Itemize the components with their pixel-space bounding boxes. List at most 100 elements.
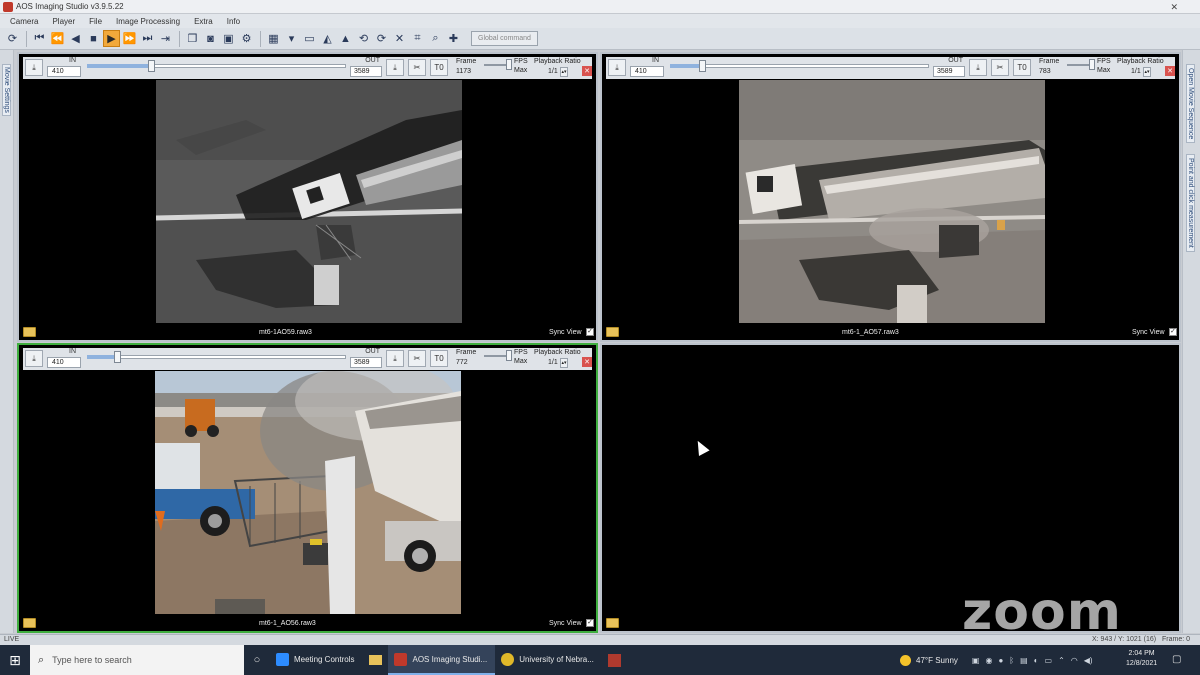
weather-text[interactable]: 47°F Sunny — [916, 656, 958, 665]
set-out-icon[interactable]: ⤓ — [386, 59, 404, 76]
slider-thumb[interactable] — [113, 351, 121, 363]
t0-button[interactable]: T0 — [430, 350, 448, 367]
ratio-spinner[interactable]: ▴▾ — [1143, 67, 1151, 77]
save-icon[interactable]: ▣ — [220, 30, 237, 47]
bluetooth-icon[interactable]: ᛒ — [1009, 656, 1014, 665]
close-panel-icon[interactable]: ✕ — [582, 66, 592, 76]
trim-icon[interactable]: ✂ — [408, 59, 426, 76]
in-point-input[interactable]: 410 — [47, 66, 81, 77]
download-icon[interactable]: ⤓ — [608, 59, 626, 76]
close-window-icon[interactable]: ✕ — [1170, 2, 1178, 13]
slider-thumb[interactable] — [147, 60, 155, 72]
timeline-slider[interactable] — [668, 57, 931, 79]
flip-right-icon[interactable]: ▲ — [337, 30, 354, 47]
trigger-icon[interactable]: ⇥ — [157, 30, 174, 47]
timeline-slider[interactable] — [85, 348, 348, 370]
download-icon[interactable]: ⤓ — [25, 350, 43, 367]
fps-slider[interactable] — [1067, 57, 1097, 79]
global-command-button[interactable]: Global command — [471, 31, 538, 46]
skip-to-end-icon[interactable]: ⏭ — [139, 30, 156, 47]
display-icon[interactable]: ▭ — [301, 30, 318, 47]
wifi-icon[interactable]: ◠ — [1071, 656, 1078, 665]
trim-icon[interactable]: ✂ — [991, 59, 1009, 76]
tray-app-icon[interactable]: ▤ — [1020, 656, 1028, 665]
sync-view-checkbox[interactable]: ✓ — [586, 619, 594, 627]
fps-slider[interactable] — [484, 57, 514, 79]
camera-frame-aos57[interactable] — [739, 80, 1045, 323]
out-point-input[interactable]: 3589 — [933, 66, 965, 77]
crosshair-icon[interactable]: ✚ — [445, 30, 462, 47]
layout-grid-icon[interactable]: ▦ — [265, 30, 282, 47]
trim-icon[interactable]: ✂ — [408, 350, 426, 367]
skip-to-start-icon[interactable]: ⏮ — [31, 30, 48, 47]
ratio-spinner[interactable]: ▴▾ — [560, 358, 568, 368]
volume-icon[interactable]: ◀) — [1084, 656, 1093, 665]
menu-camera[interactable]: Camera — [10, 17, 38, 26]
set-out-icon[interactable]: ⤓ — [386, 350, 404, 367]
fps-slider[interactable] — [484, 348, 514, 370]
taskbar-search-input[interactable]: ⌕ Type here to search — [30, 645, 244, 675]
video-panel-3[interactable]: ⤓ IN 410 OUT 3589 ⤓ ✂ T0 Frame 772 FPS M… — [17, 343, 598, 633]
settings-icon[interactable]: ⚙ — [238, 30, 255, 47]
rotate-icon[interactable]: ⟲ — [355, 30, 372, 47]
out-point-input[interactable]: 3589 — [350, 66, 382, 77]
taskbar-app-meeting-controls[interactable]: Meeting Controls — [270, 645, 362, 675]
taskbar-pinned-app-icon[interactable] — [602, 645, 628, 675]
out-point-input[interactable]: 3589 — [350, 357, 382, 368]
play-reverse-icon[interactable]: ◀ — [67, 30, 84, 47]
step-back-fast-icon[interactable]: ⏪ — [49, 30, 66, 47]
download-icon[interactable]: ⤓ — [25, 59, 43, 76]
refresh-icon[interactable]: ⟳ — [4, 30, 21, 47]
taskbar-clock[interactable]: 2:04 PM 12/8/2021 — [1126, 649, 1157, 669]
crop-icon[interactable]: ⌗ — [409, 30, 426, 47]
sync-view-checkbox[interactable]: ✓ — [1169, 328, 1177, 336]
play-icon[interactable]: ▶ — [103, 30, 120, 47]
close-panel-icon[interactable]: ✕ — [582, 357, 592, 367]
tray-up-icon[interactable]: ⌃ — [1058, 656, 1065, 665]
camera-frame-aos56[interactable] — [155, 371, 461, 614]
movie-settings-tab[interactable]: Movie Settings — [2, 64, 11, 116]
sync-view-checkbox[interactable]: ✓ — [586, 328, 594, 336]
tray-app-icon[interactable]: ● — [998, 656, 1003, 665]
tray-app-icon[interactable]: ▣ — [972, 656, 980, 665]
mirror-icon[interactable]: ⟳ — [373, 30, 390, 47]
tray-app-icon[interactable]: ◐ — [1034, 656, 1039, 665]
in-point-input[interactable]: 410 — [630, 66, 664, 77]
notifications-icon[interactable]: ▢ — [1172, 654, 1181, 665]
t0-button[interactable]: T0 — [1013, 59, 1031, 76]
tray-app-icon[interactable]: ◉ — [985, 656, 992, 665]
taskbar-app-aos-imaging[interactable]: AOS Imaging Studi... — [388, 645, 496, 675]
folder-icon[interactable] — [606, 327, 619, 337]
network-icon[interactable]: ▭ — [1045, 656, 1053, 665]
file-explorer-icon[interactable] — [362, 645, 388, 675]
in-point-input[interactable]: 410 — [47, 357, 81, 368]
menu-file[interactable]: File — [89, 17, 102, 26]
camera-icon[interactable]: ◙ — [202, 30, 219, 47]
color-filter-icon[interactable]: ✕ — [391, 30, 408, 47]
video-panel-2[interactable]: ⤓ IN 410 OUT 3589 ⤓ ✂ T0 Frame 783 FPS M… — [600, 52, 1181, 342]
menu-extra[interactable]: Extra — [194, 17, 213, 26]
close-panel-icon[interactable]: ✕ — [1165, 66, 1175, 76]
folder-icon[interactable] — [23, 618, 36, 628]
layout-dropdown-icon[interactable]: ▾ — [283, 30, 300, 47]
set-out-icon[interactable]: ⤓ — [969, 59, 987, 76]
folder-icon[interactable] — [606, 618, 619, 628]
slider-thumb[interactable] — [699, 60, 707, 72]
open-icon[interactable]: ❐ — [184, 30, 201, 47]
taskbar-app-chrome[interactable]: University of Nebra... — [495, 645, 602, 675]
zoom-icon[interactable]: ⌕ — [427, 30, 444, 47]
windows-start-icon[interactable]: ⊞ — [0, 645, 30, 675]
menu-image-processing[interactable]: Image Processing — [116, 17, 180, 26]
open-movie-sequence-tab[interactable]: Open Movie Sequence — [1186, 64, 1195, 144]
menu-info[interactable]: Info — [227, 17, 240, 26]
timeline-slider[interactable] — [85, 57, 348, 79]
video-panel-1[interactable]: ⤓ IN 410 OUT 3589 ⤓ ✂ T0 Frame 1173 FPS … — [17, 52, 598, 342]
menu-player[interactable]: Player — [52, 17, 75, 26]
step-forward-fast-icon[interactable]: ⏩ — [121, 30, 138, 47]
t0-button[interactable]: T0 — [430, 59, 448, 76]
ratio-spinner[interactable]: ▴▾ — [560, 67, 568, 77]
folder-icon[interactable] — [23, 327, 36, 337]
point-and-click-measurement-tab[interactable]: Point and click measurement — [1186, 154, 1195, 252]
flip-left-icon[interactable]: ◭ — [319, 30, 336, 47]
stop-icon[interactable]: ■ — [85, 30, 102, 47]
